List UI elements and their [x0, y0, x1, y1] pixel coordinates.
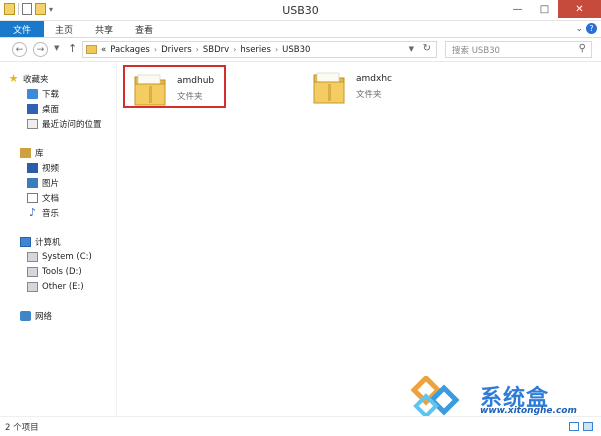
sidebar-item-label: 收藏夹	[23, 74, 49, 85]
recent-places-icon	[27, 118, 38, 129]
sidebar-item-drive-c[interactable]: System (C:)	[27, 250, 92, 263]
refresh-icon[interactable]: ↻	[423, 43, 431, 54]
sidebar-item-libraries[interactable]: 库	[20, 146, 44, 159]
chevron-right-icon[interactable]: ›	[196, 45, 199, 54]
address-bar[interactable]: « Packages › Drivers › SBDrv › hseries ›…	[82, 41, 437, 58]
folder-icon	[134, 74, 166, 106]
sidebar-item-label: 库	[35, 148, 44, 159]
file-type: 文件夹	[356, 90, 382, 100]
large-icons-view-icon[interactable]	[583, 422, 593, 431]
music-icon: ♪	[28, 205, 37, 219]
sidebar-item-label: 网络	[35, 311, 53, 322]
chevron-right-icon[interactable]: ›	[275, 45, 278, 54]
sidebar-item-label: Other (E:)	[42, 281, 84, 292]
document-icon	[27, 192, 38, 203]
sidebar-item-computer[interactable]: 计算机	[20, 235, 61, 248]
maximize-button[interactable]: □	[531, 0, 558, 18]
breadcrumb-sbdrv[interactable]: SBDrv	[203, 45, 229, 55]
search-input[interactable]: 搜索 USB30 ⚲	[445, 41, 592, 58]
star-icon: ★	[8, 71, 19, 85]
sidebar-item-favorites[interactable]: ★ 收藏夹	[8, 72, 49, 85]
watermark-url: www.xitonghe.com	[480, 406, 577, 416]
view-toggle	[569, 422, 593, 431]
details-view-icon[interactable]	[569, 422, 579, 431]
sidebar-item-label: 下载	[42, 89, 60, 100]
sidebar-item-desktop[interactable]: 桌面	[27, 102, 59, 115]
sidebar-item-documents[interactable]: 文档	[27, 191, 59, 204]
tab-view[interactable]: 查看	[124, 21, 164, 37]
help-icon[interactable]: ?	[586, 23, 597, 34]
library-icon	[20, 147, 31, 158]
sidebar-item-pictures[interactable]: 图片	[27, 176, 59, 189]
network-icon	[20, 310, 31, 321]
breadcrumb-overflow[interactable]: «	[101, 45, 106, 55]
breadcrumb-packages[interactable]: Packages	[110, 45, 150, 55]
watermark-logo-icon	[410, 376, 460, 416]
sidebar-item-label: 文档	[42, 193, 60, 204]
back-button[interactable]: ←	[12, 42, 27, 57]
title-bar: ▾ USB30 — □ ✕	[0, 0, 601, 21]
file-list: amdhub 文件夹 amdxhc 文件夹	[118, 62, 601, 416]
search-icon[interactable]: ⚲	[579, 43, 586, 54]
ribbon-tabs: 文件 主页 共享 查看 ⌄ ?	[0, 21, 601, 38]
folder-item-amdhub[interactable]: amdhub 文件夹	[123, 65, 226, 108]
tab-share[interactable]: 共享	[84, 21, 124, 37]
item-count: 2 个项目	[5, 423, 39, 433]
sidebar-item-drive-d[interactable]: Tools (D:)	[27, 265, 82, 278]
drive-icon	[27, 281, 38, 292]
sidebar-item-label: Tools (D:)	[42, 266, 82, 277]
folder-icon	[313, 72, 345, 104]
chevron-right-icon[interactable]: ›	[154, 45, 157, 54]
search-placeholder: 搜索 USB30	[452, 45, 500, 56]
expand-ribbon-icon[interactable]: ⌄	[575, 24, 583, 34]
sidebar-item-label: 计算机	[35, 237, 61, 248]
download-icon	[27, 88, 38, 99]
minimize-button[interactable]: —	[504, 0, 531, 18]
tab-home[interactable]: 主页	[44, 21, 84, 37]
forward-button[interactable]: →	[33, 42, 48, 57]
file-type: 文件夹	[177, 92, 203, 102]
breadcrumb-hseries[interactable]: hseries	[240, 45, 271, 55]
folder-item-amdxhc[interactable]: amdxhc 文件夹	[304, 65, 407, 108]
sidebar-item-videos[interactable]: 视频	[27, 161, 59, 174]
window-controls: — □ ✕	[504, 0, 601, 18]
navigation-pane: ★ 收藏夹 下载 桌面 最近访问的位置 库 视频 图片 文档 ♪ 音乐 计算机 …	[0, 62, 117, 416]
status-bar: 2 个项目	[0, 416, 601, 436]
up-button[interactable]: ↑	[68, 42, 77, 55]
folder-icon	[86, 45, 97, 54]
address-dropdown-icon[interactable]: ▼	[409, 45, 414, 53]
video-icon	[27, 162, 38, 173]
picture-icon	[27, 177, 38, 188]
drive-icon	[27, 266, 38, 277]
recent-locations-icon[interactable]: ▼	[54, 44, 59, 52]
sidebar-item-label: 视频	[42, 163, 60, 174]
drive-icon	[27, 251, 38, 262]
file-name: amdxhc	[356, 74, 392, 84]
chevron-right-icon[interactable]: ›	[233, 45, 236, 54]
breadcrumb-usb30[interactable]: USB30	[282, 45, 310, 55]
tab-file[interactable]: 文件	[0, 21, 45, 37]
sidebar-item-network[interactable]: 网络	[20, 309, 52, 322]
breadcrumb-drivers[interactable]: Drivers	[161, 45, 192, 55]
navigation-bar: ← → ▼ ↑ « Packages › Drivers › SBDrv › h…	[0, 38, 601, 62]
sidebar-item-music[interactable]: ♪ 音乐	[27, 206, 59, 219]
sidebar-item-drive-e[interactable]: Other (E:)	[27, 280, 84, 293]
file-name: amdhub	[177, 76, 215, 86]
close-button[interactable]: ✕	[558, 0, 601, 18]
sidebar-item-downloads[interactable]: 下载	[27, 87, 59, 100]
sidebar-item-recent-places[interactable]: 最近访问的位置	[27, 117, 102, 130]
sidebar-item-label: 音乐	[42, 208, 60, 219]
sidebar-item-label: 最近访问的位置	[42, 119, 102, 130]
sidebar-item-label: System (C:)	[42, 251, 92, 262]
computer-icon	[20, 236, 31, 247]
sidebar-item-label: 图片	[42, 178, 60, 189]
watermark: 系统盒 www.xitonghe.com	[400, 376, 590, 416]
sidebar-item-label: 桌面	[42, 104, 60, 115]
desktop-icon	[27, 103, 38, 114]
